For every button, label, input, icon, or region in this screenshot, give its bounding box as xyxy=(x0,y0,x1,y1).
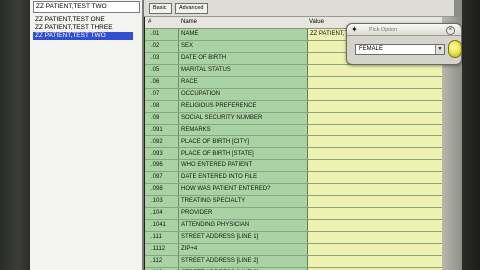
field-name-cell: ZIP+4 xyxy=(181,246,198,253)
column-header-name: Name xyxy=(181,19,198,25)
field-name-cell: PLACE OF BIRTH [CITY] xyxy=(181,138,249,145)
table-row[interactable]: .103 TREATING SPECIALTY xyxy=(145,196,442,209)
popup-titlebar[interactable]: ✦ Pick Option × xyxy=(347,24,461,36)
field-toolbar: Basic Advanced xyxy=(144,0,462,17)
confirm-button[interactable] xyxy=(448,40,462,58)
field-name-cell: RACE xyxy=(181,78,198,85)
column-header-number: # xyxy=(148,19,152,25)
field-name-cell: HOW WAS PATIENT ENTERED? xyxy=(181,186,271,193)
sex-select[interactable]: FEMALE ▼ xyxy=(355,44,445,55)
field-name-cell: OCCUPATION xyxy=(181,90,221,97)
field-name-cell: NAME xyxy=(181,31,199,37)
field-number-cell: .02 xyxy=(151,42,160,49)
table-row[interactable]: .098 HOW WAS PATIENT ENTERED? xyxy=(145,184,442,197)
table-row[interactable]: .092 PLACE OF BIRTH [CITY] xyxy=(145,137,442,149)
table-row[interactable]: .091 REMARKS xyxy=(145,125,442,137)
field-number-cell: .1112 xyxy=(151,246,166,253)
table-row[interactable]: .06 RACE xyxy=(145,77,442,89)
table-row[interactable]: .1041 ATTENDING PHYSICIAN xyxy=(145,220,442,233)
patient-list-item[interactable]: ZZ PATIENT,TEST THREE xyxy=(33,24,133,32)
pick-option-popup: ✦ Pick Option × FEMALE ▼ xyxy=(346,23,462,65)
field-number-cell: .06 xyxy=(151,78,160,85)
patient-list: ZZ PATIENT,TEST ONE ZZ PATIENT,TEST THREE… xyxy=(33,16,142,40)
field-number-cell: .112 xyxy=(151,258,163,265)
field-number-cell: .08 xyxy=(151,102,160,109)
field-number-cell: .03 xyxy=(151,54,160,61)
table-row[interactable]: .112 STREET ADDRESS [LINE 2] xyxy=(145,256,442,268)
field-name-cell: DATE ENTERED INTO FILE xyxy=(181,174,258,181)
field-name-cell: STREET ADDRESS [LINE 1] xyxy=(181,234,259,241)
field-number-cell: .01 xyxy=(151,31,160,37)
toolbar-scrollbar[interactable] xyxy=(454,0,462,17)
table-row[interactable]: .104 PROVIDER xyxy=(145,208,442,221)
field-name-cell: RELIGIOUS PREFERENCE xyxy=(181,102,257,109)
field-name-cell: ATTENDING PHYSICIAN xyxy=(181,222,250,229)
patient-search-input[interactable]: ZZ PATIENT,TEST TWO xyxy=(33,1,140,13)
tab-advanced[interactable]: Advanced xyxy=(175,3,208,14)
field-name-cell: DATE OF BIRTH xyxy=(181,54,227,61)
table-row[interactable]: .111 STREET ADDRESS [LINE 1] xyxy=(145,232,442,245)
field-number-cell: .09 xyxy=(151,114,160,121)
chevron-down-icon[interactable]: ▼ xyxy=(435,45,444,54)
field-name-cell: TREATING SPECIALTY xyxy=(181,198,246,205)
field-number-cell: .097 xyxy=(151,174,163,181)
table-row[interactable]: .08 RELIGIOUS PREFERENCE xyxy=(145,101,442,113)
field-name-cell: REMARKS xyxy=(181,126,211,133)
field-name-cell: PROVIDER xyxy=(181,210,213,217)
table-row[interactable]: .093 PLACE OF BIRTH [STATE] xyxy=(145,149,442,161)
sex-select-value: FEMALE xyxy=(359,46,384,52)
column-header-value: Value xyxy=(309,19,324,25)
table-row[interactable]: .05 MARITAL STATUS xyxy=(145,65,442,77)
field-number-cell: .1041 xyxy=(151,222,167,229)
field-number-cell: .093 xyxy=(151,150,163,157)
field-number-cell: .091 xyxy=(151,126,163,133)
close-icon[interactable]: × xyxy=(446,26,455,35)
field-name-cell: PLACE OF BIRTH [STATE] xyxy=(181,150,254,157)
field-number-cell: .104 xyxy=(151,210,163,217)
field-name-cell: STREET ADDRESS [LINE 2] xyxy=(181,258,259,265)
table-row[interactable]: .097 DATE ENTERED INTO FILE xyxy=(145,172,442,185)
table-row[interactable]: .07 OCCUPATION xyxy=(145,89,442,101)
window-frame-right xyxy=(462,0,480,270)
field-number-cell: .05 xyxy=(151,66,160,73)
field-number-cell: .098 xyxy=(151,186,163,193)
window-frame-left xyxy=(0,0,30,270)
field-name-cell: WHO ENTERED PATIENT xyxy=(181,162,253,169)
field-number-cell: .103 xyxy=(151,198,163,205)
table-row[interactable]: .096 WHO ENTERED PATIENT xyxy=(145,160,442,173)
patient-list-item[interactable]: ZZ PATIENT,TEST TWO xyxy=(33,32,133,40)
tab-basic[interactable]: Basic xyxy=(149,3,172,14)
popup-app-icon: ✦ xyxy=(351,25,358,34)
field-number-cell: .096 xyxy=(151,162,163,169)
field-name-cell: MARITAL STATUS xyxy=(181,66,231,73)
field-name-cell: SEX xyxy=(181,42,194,49)
table-row[interactable]: .1112 ZIP+4 xyxy=(145,244,442,256)
field-number-cell: .111 xyxy=(151,234,162,241)
patient-list-item[interactable]: ZZ PATIENT,TEST ONE xyxy=(33,16,133,24)
field-number-cell: .092 xyxy=(151,138,163,145)
patient-list-panel: ZZ PATIENT,TEST TWO ZZ PATIENT,TEST ONE Z… xyxy=(30,0,144,270)
table-row[interactable]: .09 SOCIAL SECURITY NUMBER xyxy=(145,113,442,125)
field-number-cell: .07 xyxy=(151,90,160,97)
popup-caption: Pick Option xyxy=(369,27,398,33)
field-name-cell: SOCIAL SECURITY NUMBER xyxy=(181,114,263,121)
